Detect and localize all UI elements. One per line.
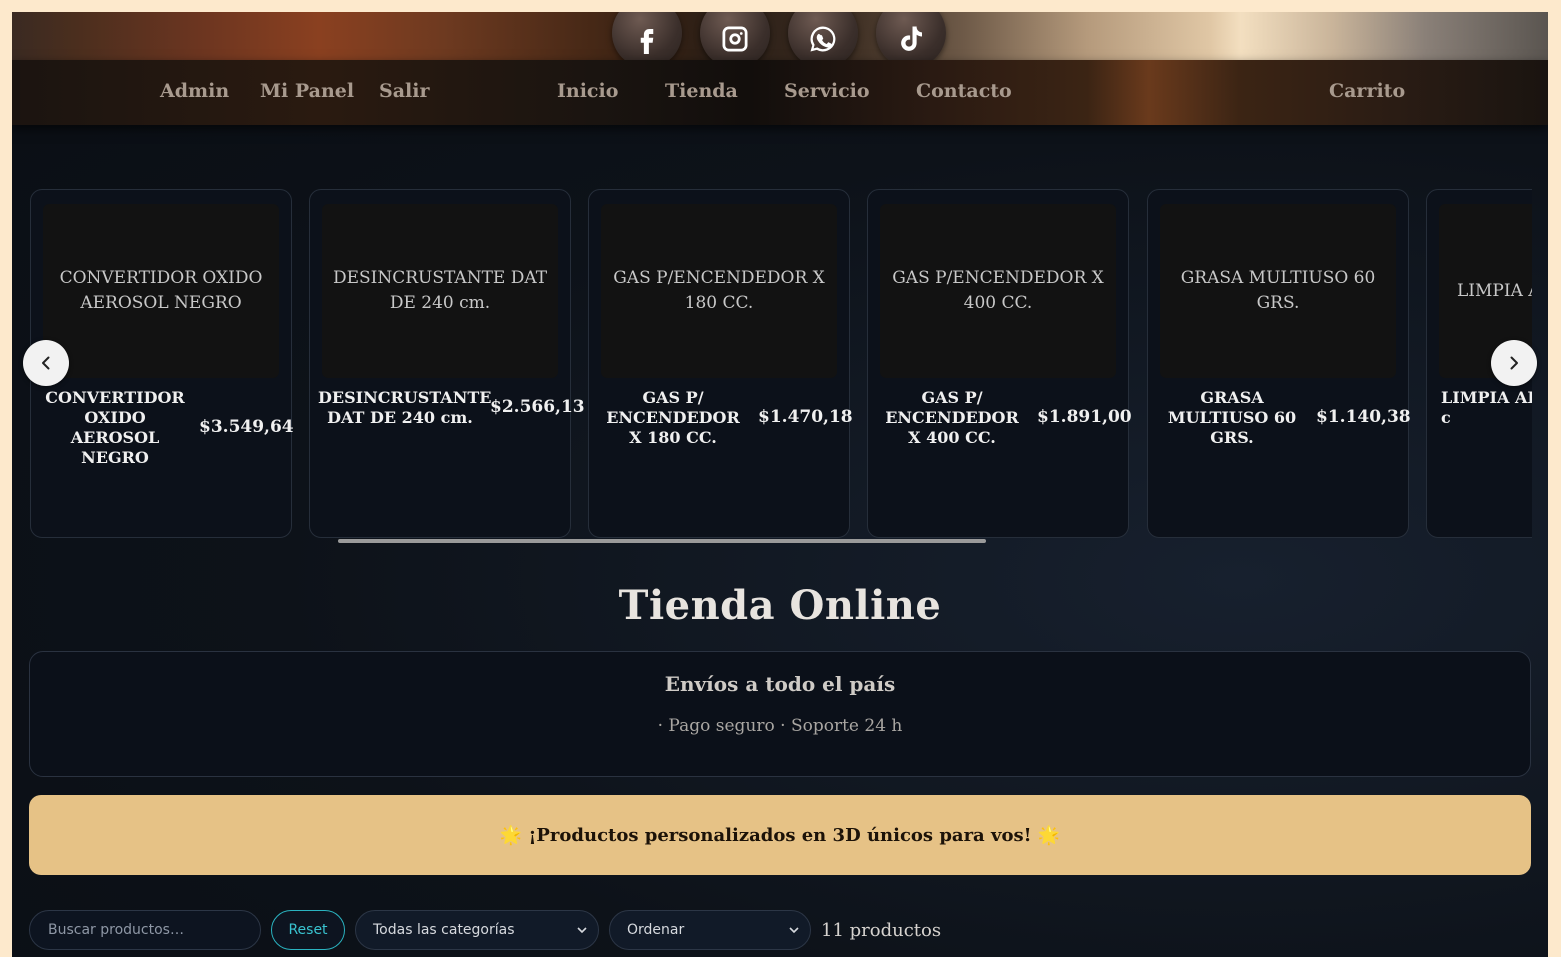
shipping-info-box: Envíos a todo el país · Pago seguro · So… [29,651,1531,777]
product-image-placeholder: CONVERTIDOR OXIDO AEROSOL NEGRO [43,204,279,378]
carousel-prev-button[interactable] [23,340,69,386]
nav-servicio[interactable]: Servicio [784,80,870,102]
category-select[interactable]: Todas las categorías [355,910,599,950]
product-card[interactable]: GAS P/ENCENDEDOR X 400 CC. GAS P/ ENCEND… [867,189,1132,538]
nav-salir[interactable]: Salir [379,80,429,102]
product-name: GAS P/ ENCENDEDOR X 400 CC. [885,388,1019,447]
product-name: DESINCRUSTANTE DAT DE 240 cm. [318,388,492,427]
product-card[interactable]: GAS P/ENCENDEDOR X 180 CC. GAS P/ ENCEND… [588,189,853,538]
page-frame: Admin Mi Panel Salir Inicio Tienda Servi… [12,12,1548,957]
chevron-down-icon [789,927,799,934]
carousel-next-button[interactable] [1491,340,1537,386]
product-name: CONVERTIDOR OXIDO AEROSOL NEGRO [45,388,185,467]
chevron-left-icon [42,356,50,370]
product-carousel: CONVERTIDOR OXIDO AEROSOL NEGRO CONVERTI… [30,189,1532,539]
nav-mi-panel[interactable]: Mi Panel [260,80,354,102]
nav-carrito[interactable]: Carrito [1329,80,1405,102]
filter-bar: Reset Todas las categorías Ordenar 11 pr… [29,910,941,950]
facebook-icon [640,29,654,54]
promo-banner: 🌟 ¡Productos personalizados en 3D únicos… [29,795,1531,875]
nav-tienda[interactable]: Tienda [665,80,738,102]
whatsapp-icon [810,26,836,52]
product-price: $1.470,18 [758,407,853,427]
product-image-placeholder: GRASA MULTIUSO 60 GRS. [1160,204,1396,378]
shipping-subtext: · Pago seguro · Soporte 24 h [657,716,903,736]
product-price: $3.549,64 [199,417,294,437]
product-card[interactable]: DESINCRUSTANTE DAT DE 240 cm. DESINCRUST… [309,189,585,538]
product-image-placeholder: GAS P/ENCENDEDOR X 400 CC. [880,204,1116,378]
product-image-placeholder: GAS P/ENCENDEDOR X 180 CC. [601,204,837,378]
search-input[interactable] [29,910,261,950]
product-name: GRASA MULTIUSO 60 GRS. [1167,388,1297,447]
order-select-value: Ordenar [627,922,685,938]
tiktok-icon [901,26,922,51]
nav-admin[interactable]: Admin [160,80,229,102]
carousel-scrollbar[interactable] [338,539,986,543]
order-select[interactable]: Ordenar [609,910,811,950]
main-navbar: Admin Mi Panel Salir Inicio Tienda Servi… [12,60,1548,125]
product-name: GAS P/ ENCENDEDOR X 180 CC. [606,388,740,447]
nav-contacto[interactable]: Contacto [916,80,1012,102]
category-select-value: Todas las categorías [373,922,515,938]
reset-button[interactable]: Reset [271,910,345,950]
instagram-icon [722,26,748,52]
chevron-right-icon [1510,356,1518,370]
page-title: Tienda Online [618,582,942,629]
product-card[interactable]: CONVERTIDOR OXIDO AEROSOL NEGRO CONVERTI… [30,189,294,538]
product-count: 11 productos [821,919,942,941]
product-image-placeholder: DESINCRUSTANTE DAT DE 240 cm. [322,204,558,378]
product-price: $2.566,13 [490,397,585,417]
product-card[interactable]: GRASA MULTIUSO 60 GRS. GRASA MULTIUSO 60… [1147,189,1411,538]
product-price: $1.140,38 [1316,407,1411,427]
product-price: $1.891,00 [1037,407,1132,427]
product-name: LIMPIA AI x 240 c [1441,388,1532,427]
shipping-heading: Envíos a todo el país [664,672,896,696]
nav-inicio[interactable]: Inicio [557,80,618,102]
chevron-down-icon [577,927,587,934]
